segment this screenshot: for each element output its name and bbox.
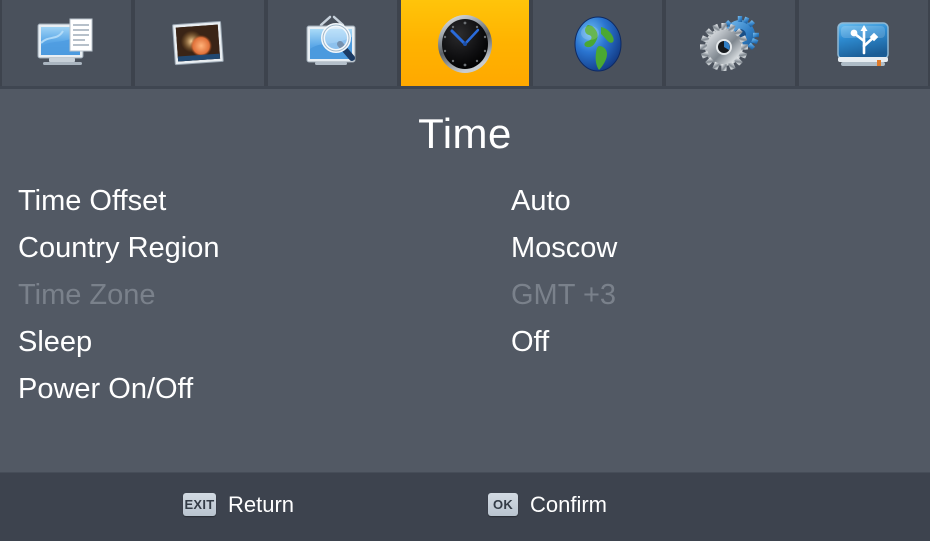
tab-system[interactable]	[664, 0, 798, 88]
hint-return-label: Return	[228, 492, 295, 517]
settings-row-country-region[interactable]: Country Region Moscow	[0, 225, 930, 272]
tab-picture[interactable]	[132, 0, 266, 88]
hint-confirm-label: Confirm	[530, 492, 608, 517]
clock-icon	[432, 13, 498, 75]
main-menu-icon-bar	[0, 0, 930, 88]
settings-label: Power On/Off	[18, 373, 194, 405]
settings-list: Time Offset Auto Country Region Moscow T…	[0, 178, 930, 413]
settings-row-time-zone: Time Zone GMT +3	[0, 272, 930, 319]
tv-settings-screen: Time Time Offset Auto Country Region Mos…	[0, 0, 930, 541]
usb-drive-icon	[831, 13, 897, 75]
exit-key-badge: EXIT	[183, 493, 216, 516]
settings-value: GMT +3	[511, 279, 617, 311]
settings-label: Sleep	[18, 326, 93, 358]
settings-value[interactable]: Off	[511, 319, 549, 366]
page-title: Time	[418, 110, 512, 157]
settings-label: Time Offset	[18, 185, 167, 217]
settings-row-time-offset[interactable]: Time Offset Auto	[0, 178, 930, 225]
settings-label: Country Region	[18, 232, 220, 264]
globe-icon	[565, 13, 631, 75]
tab-usb[interactable]	[797, 0, 930, 88]
tv-search-icon	[299, 13, 365, 75]
tab-program[interactable]	[0, 0, 133, 88]
hint-return[interactable]: EXIT Return	[183, 493, 294, 516]
settings-label: Time Zone	[18, 279, 156, 311]
tab-channel-search[interactable]	[265, 0, 399, 88]
icon-bar-underline	[0, 86, 930, 89]
settings-value[interactable]: Auto	[511, 178, 571, 225]
picture-frame-icon	[166, 13, 232, 75]
tab-option[interactable]	[531, 0, 665, 88]
footer-hint-bar: EXIT Return OK Confirm	[0, 472, 930, 541]
gears-icon	[698, 13, 764, 75]
monitor-document-icon	[33, 13, 99, 75]
settings-value[interactable]: Moscow	[511, 225, 617, 272]
settings-row-sleep[interactable]: Sleep Off	[0, 319, 930, 366]
ok-key-badge: OK	[488, 493, 518, 516]
settings-row-power-on-off[interactable]: Power On/Off	[0, 366, 930, 413]
hint-confirm[interactable]: OK Confirm	[488, 493, 607, 516]
tab-time[interactable]	[398, 0, 532, 88]
